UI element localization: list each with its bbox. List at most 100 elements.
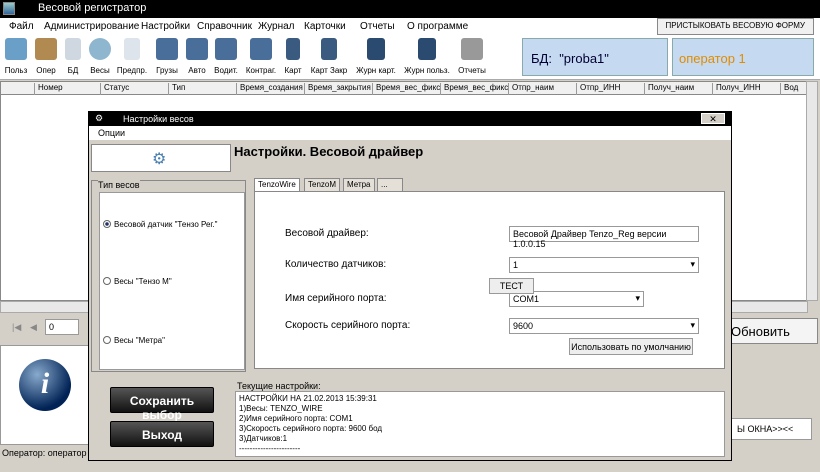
scales-gear-icon — [89, 38, 111, 60]
speed-select[interactable]: 9600 — [509, 318, 699, 334]
enterprise-icon — [124, 38, 140, 60]
current-line: 1)Весы: TENZO_WIRE — [239, 404, 323, 413]
menu-settings[interactable]: Настройки — [141, 21, 190, 32]
col-closed[interactable]: Время_закрытия — [305, 83, 373, 95]
scale-settings-dialog: ⚙ Настройки весов ✕ Опции ⚙ Настройки. В… — [88, 111, 732, 461]
current-settings-box[interactable]: НАСТРОЙКИ НА 21.02.2013 15:39:31 1)Весы:… — [235, 391, 725, 457]
col-sender-inn[interactable]: Отпр_ИНН — [577, 83, 645, 95]
col-sender-name[interactable]: Отпр_наим — [509, 83, 577, 95]
current-line: ----------------------- — [239, 444, 301, 453]
radio-unselected-icon — [103, 277, 111, 285]
cargo-icon — [156, 38, 178, 60]
operator-indicator: оператор 1 — [672, 38, 814, 76]
toolbar-card-journal-button[interactable]: Журн карт. — [354, 38, 398, 78]
pin-weight-form-button[interactable]: ПРИСТЫКОВАТЬ ВЕСОВУЮ ФОРМУ — [656, 18, 814, 35]
operator-value: оператор 1 — [679, 51, 746, 66]
menu-admin[interactable]: Администрирование — [44, 21, 139, 32]
card-closed-icon — [321, 38, 337, 60]
app-titlebar: Весовой регистратор — [0, 0, 820, 18]
gears-icon: ⚙ — [152, 151, 167, 168]
tab-tenzom[interactable]: TenzoM — [304, 178, 341, 191]
nav-prev-icon[interactable]: ◀ — [30, 322, 37, 333]
tab-more[interactable]: ... — [377, 178, 403, 191]
dialog-heading: Настройки. Весовой драйвер — [234, 144, 424, 159]
toolbar-users-button[interactable]: Польз — [3, 38, 29, 78]
scale-type-legend: Тип весов — [98, 180, 140, 190]
tab-metra[interactable]: Метра — [343, 178, 375, 191]
menu-journal[interactable]: Журнал — [258, 21, 295, 32]
grid-vertical-scrollbar[interactable] — [806, 81, 818, 301]
toolbar-scales-button[interactable]: Весы — [87, 38, 113, 78]
current-line: НАСТРОЙКИ НА 21.02.2013 15:39:31 — [239, 394, 377, 403]
toolbar-card-button[interactable]: Карт — [283, 38, 303, 78]
dialog-titlebar: ⚙ Настройки весов ✕ — [89, 112, 731, 126]
col-driver[interactable]: Вод — [781, 83, 807, 95]
toolbar-driver-button[interactable]: Водит. — [212, 38, 240, 78]
user-journal-icon — [418, 38, 436, 60]
dialog-menu-options[interactable]: Опции — [89, 126, 731, 140]
col-status[interactable]: Статус — [101, 83, 169, 95]
scale-type-list: Весовой датчик "Тензо Рег." Весы "Тензо … — [99, 192, 245, 370]
printer-icon — [461, 38, 483, 60]
menu-reference[interactable]: Справочник — [197, 21, 252, 32]
menu-about[interactable]: О программе — [407, 21, 468, 32]
dialog-logo: ⚙ — [91, 144, 231, 172]
current-line: 2)Имя серийного порта: COM1 — [239, 414, 353, 423]
app-title: Весовой регистратор — [38, 2, 147, 14]
port-label: Имя серийного порта: — [285, 293, 387, 304]
info-icon: i — [19, 359, 71, 411]
radio-metra[interactable]: Весы "Метра" — [103, 336, 165, 345]
col-weigh-fix-2[interactable]: Время_вес_фиксе — [441, 83, 509, 95]
menu-reports[interactable]: Отчеты — [360, 21, 395, 32]
radio-tenzo-m[interactable]: Весы "Тензо М" — [103, 277, 172, 286]
toolbar-card-closed-button[interactable]: Карт Закр — [309, 38, 349, 78]
menu-file[interactable]: Файл — [9, 21, 34, 32]
col-receiver-inn[interactable]: Получ_ИНН — [713, 83, 781, 95]
app-icon — [3, 2, 15, 15]
grid-header: Номер Статус Тип Время_создания Время_за… — [1, 82, 807, 95]
radio-tenzo-reg[interactable]: Весовой датчик "Тензо Рег." — [103, 220, 217, 229]
database-indicator: БД: "proba1" — [522, 38, 668, 76]
current-line: 3)Скорость серийного порта: 9600 бод — [239, 424, 383, 433]
driver-icon — [215, 38, 237, 60]
toolbar-user-journal-button[interactable]: Журн польз. — [402, 38, 452, 78]
driver-field[interactable]: Весовой Драйвер Tenzo_Reg версии 1.0.0.1… — [509, 226, 699, 249]
tab-tenzowire[interactable]: TenzoWire — [254, 178, 300, 191]
sensors-select[interactable]: 1 — [509, 257, 699, 273]
sensors-label: Количество датчиков: — [285, 259, 387, 270]
radio-selected-icon — [103, 220, 111, 228]
use-default-button[interactable]: Использовать по умолчанию — [569, 338, 693, 355]
card-journal-icon — [367, 38, 385, 60]
card-icon — [286, 38, 300, 60]
toolbar-enterprise-button[interactable]: Предпр. — [115, 38, 149, 78]
col-type[interactable]: Тип — [169, 83, 237, 95]
nav-page-input[interactable]: 0 — [45, 319, 79, 335]
toolbar-db-button[interactable]: БД — [63, 38, 83, 78]
refresh-button[interactable]: Обновить — [718, 318, 818, 344]
current-line: 3)Датчиков:1 — [239, 434, 288, 443]
radio-unselected-icon — [103, 336, 111, 344]
col-created[interactable]: Время_создания — [237, 83, 305, 95]
toolbar-operator-button[interactable]: Опер — [33, 38, 59, 78]
gear-icon: ⚙ — [95, 113, 104, 123]
test-button[interactable]: ТЕСТ — [489, 278, 534, 294]
col-receiver-name[interactable]: Получ_наим — [645, 83, 713, 95]
db-label: БД: — [531, 51, 552, 66]
col-number[interactable]: Номер — [35, 83, 101, 95]
exit-button[interactable]: Выход — [110, 421, 214, 447]
dialog-close-button[interactable]: ✕ — [701, 113, 725, 124]
operator-icon — [35, 38, 57, 60]
menu-cards[interactable]: Карточки — [304, 21, 346, 32]
toolbar-reports-button[interactable]: Отчеты — [457, 38, 487, 78]
speed-label: Скорость серийного порта: — [285, 320, 411, 331]
toolbar-auto-button[interactable]: Авто — [184, 38, 210, 78]
nav-first-icon[interactable]: |◀ — [12, 322, 21, 333]
info-panel: i — [0, 345, 90, 445]
current-settings-label: Текущие настройки: — [237, 381, 321, 391]
save-selection-button[interactable]: Сохранить выбор — [110, 387, 214, 422]
toolbar-cargo-button[interactable]: Грузы — [153, 38, 181, 78]
users-icon — [5, 38, 27, 60]
col-weigh-fix-1[interactable]: Время_вес_фиксе — [373, 83, 441, 95]
toolbar-counterparty-button[interactable]: Контраг. — [243, 38, 279, 78]
database-icon — [65, 38, 81, 60]
